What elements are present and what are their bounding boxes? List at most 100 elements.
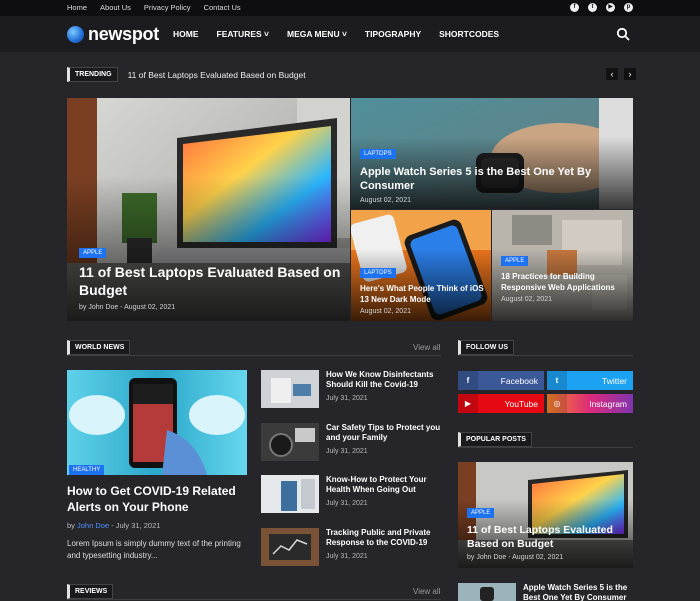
search-icon[interactable] (616, 27, 630, 41)
instagram-icon: ◎ (547, 394, 567, 413)
world-news-feature-meta: by John Doe - July 31, 2021 (67, 521, 160, 530)
facebook-icon: f (458, 371, 478, 390)
site-name: newspot (88, 24, 159, 44)
list-item-title[interactable]: Tracking Public and Private Response to … (326, 528, 446, 548)
follow-us-label: FOLLOW US (458, 340, 514, 355)
world-news-feature-excerpt: Lorem Ipsum is simply dummy text of the … (67, 539, 241, 560)
list-item-title[interactable]: Car Safety Tips to Protect you and your … (326, 423, 446, 443)
category-badge[interactable]: APPLE (501, 256, 529, 266)
hero-bottom-left-title[interactable]: Here's What People Think of iOS 13 New D… (360, 284, 488, 305)
youtube-button[interactable]: ▶ YouTube (458, 394, 544, 413)
reviews-header: REVIEWS (67, 584, 114, 599)
menu-item-shortcodes[interactable]: SHORTCODES (439, 29, 499, 39)
health-thumb (261, 475, 319, 513)
top-links: Home About Us Privacy Policy Contact Us (67, 3, 241, 12)
world-news-divider (67, 355, 441, 356)
site-logo[interactable]: newspot (67, 24, 159, 45)
hero-top-right-title[interactable]: Apple Watch Series 5 is the Best One Yet… (360, 165, 620, 193)
world-news-view-all[interactable]: View all (413, 343, 440, 352)
list-item-date: July 31, 2021 (326, 395, 368, 402)
car-thumb (261, 423, 319, 461)
tracking-thumb (261, 528, 319, 566)
twitter-button[interactable]: t Twitter (547, 371, 633, 390)
popular-post-next[interactable]: Apple Watch Series 5 is the Best One Yet… (458, 583, 633, 601)
youtube-label: YouTube (504, 398, 538, 409)
category-badge[interactable]: APPLE (79, 248, 107, 258)
list-item[interactable]: Car Safety Tips to Protect you and your … (261, 423, 441, 463)
menu-item-mega-menu[interactable]: MEGA MENU ˅ (287, 29, 347, 39)
menu-item-tipography[interactable]: TIPOGRAPHY (365, 29, 421, 39)
facebook-icon[interactable]: f (570, 3, 579, 12)
top-bar: Home About Us Privacy Policy Contact Us … (0, 0, 700, 16)
menu-item-features[interactable]: FEATURES ˅ (217, 29, 270, 39)
facebook-button[interactable]: f Facebook (458, 371, 544, 390)
popular-post-next-title[interactable]: Apple Watch Series 5 is the Best One Yet… (523, 583, 633, 601)
top-link-privacy[interactable]: Privacy Policy (144, 3, 191, 12)
world-news-label: WORLD NEWS (67, 340, 131, 355)
main-nav: newspot HOME FEATURES ˅ MEGA MENU ˅ TIPO… (0, 16, 700, 52)
reviews-divider (67, 599, 441, 600)
instagram-label: Instagram (589, 398, 627, 409)
globe-icon (67, 26, 84, 43)
follow-us-divider (458, 355, 633, 356)
list-item-title[interactable]: Know-How to Protect Your Health When Goi… (326, 475, 446, 495)
category-badge[interactable]: LAPTOPS (360, 268, 396, 278)
popular-posts-header: POPULAR POSTS (458, 432, 532, 447)
trending-bar: TRENDING 11 of Best Laptops Evaluated Ba… (67, 67, 306, 82)
hero-bottom-left-meta: August 02, 2021 (360, 308, 411, 315)
twitter-icon[interactable]: t (588, 3, 597, 12)
category-badge[interactable]: APPLE (467, 508, 495, 518)
instagram-button[interactable]: ◎ Instagram (547, 394, 633, 413)
world-news-feature-image[interactable]: HEALTHY (67, 370, 247, 475)
feature-author[interactable]: John Doe (77, 521, 109, 530)
twitter-icon: t (547, 371, 567, 390)
facebook-label: Facebook (500, 375, 538, 386)
list-item[interactable]: How We Know Disinfectants Should Kill th… (261, 370, 441, 410)
menu-item-home[interactable]: HOME (173, 29, 199, 39)
list-item-title[interactable]: How We Know Disinfectants Should Kill th… (326, 370, 446, 390)
list-item[interactable]: Know-How to Protect Your Health When Goi… (261, 475, 441, 515)
category-badge[interactable]: HEALTHY (69, 465, 105, 475)
popular-post-feature-card[interactable]: APPLE 11 of Best Laptops Evaluated Based… (458, 462, 633, 568)
top-link-contact[interactable]: Contact Us (204, 3, 241, 12)
follow-us-header: FOLLOW US (458, 340, 514, 355)
covid-phone-image (67, 370, 247, 475)
hero-main-card[interactable]: APPLE 11 of Best Laptops Evaluated Based… (67, 98, 350, 321)
hero-bottom-right-card[interactable]: APPLE 18 Practices for Building Responsi… (492, 210, 633, 321)
popular-post-next-thumb (458, 583, 516, 601)
reviews-view-all[interactable]: View all (413, 587, 440, 596)
hero-top-right-card[interactable]: LAPTOPS Apple Watch Series 5 is the Best… (351, 98, 633, 209)
top-social-icons: f t ▶ p (570, 3, 633, 12)
hero-top-right-meta: August 02, 2021 (360, 197, 411, 204)
popular-post-title[interactable]: 11 of Best Laptops Evaluated Based on Bu… (467, 523, 632, 551)
hero-bottom-right-meta: August 02, 2021 (501, 296, 552, 303)
top-link-about[interactable]: About Us (100, 3, 131, 12)
main-menu: HOME FEATURES ˅ MEGA MENU ˅ TIPOGRAPHY S… (173, 29, 517, 39)
feature-by: by (67, 521, 75, 530)
hero-bottom-right-title[interactable]: 18 Practices for Building Responsive Web… (501, 272, 629, 293)
chevron-right-icon[interactable]: › (624, 68, 636, 80)
world-news-header: WORLD NEWS (67, 340, 131, 355)
youtube-icon: ▶ (458, 394, 478, 413)
youtube-icon[interactable]: ▶ (606, 3, 615, 12)
hero-main-meta: by John Doe - August 02, 2021 (79, 304, 176, 311)
popular-posts-label: POPULAR POSTS (458, 432, 532, 447)
popular-posts-divider (458, 447, 633, 448)
list-item-date: July 31, 2021 (326, 448, 368, 455)
pinterest-icon[interactable]: p (624, 3, 633, 12)
list-item[interactable]: Tracking Public and Private Response to … (261, 528, 441, 568)
list-item-date: July 31, 2021 (326, 500, 368, 507)
feature-date: - July 31, 2021 (111, 521, 161, 530)
world-news-feature-title[interactable]: How to Get COVID-19 Related Alerts on Yo… (67, 483, 252, 515)
hero-main-title[interactable]: 11 of Best Laptops Evaluated Based on Bu… (79, 264, 344, 299)
list-item-date: July 31, 2021 (326, 553, 368, 560)
trending-headline[interactable]: 11 of Best Laptops Evaluated Based on Bu… (128, 70, 306, 80)
trending-label: TRENDING (67, 67, 118, 82)
top-link-home[interactable]: Home (67, 3, 87, 12)
twitter-label: Twitter (601, 375, 627, 386)
category-badge[interactable]: LAPTOPS (360, 149, 396, 159)
disinfectant-thumb (261, 370, 319, 408)
hero-bottom-left-card[interactable]: LAPTOPS Here's What People Think of iOS … (351, 210, 491, 321)
popular-post-meta: by John Doe - August 02, 2021 (467, 554, 564, 561)
chevron-left-icon[interactable]: ‹ (606, 68, 618, 80)
